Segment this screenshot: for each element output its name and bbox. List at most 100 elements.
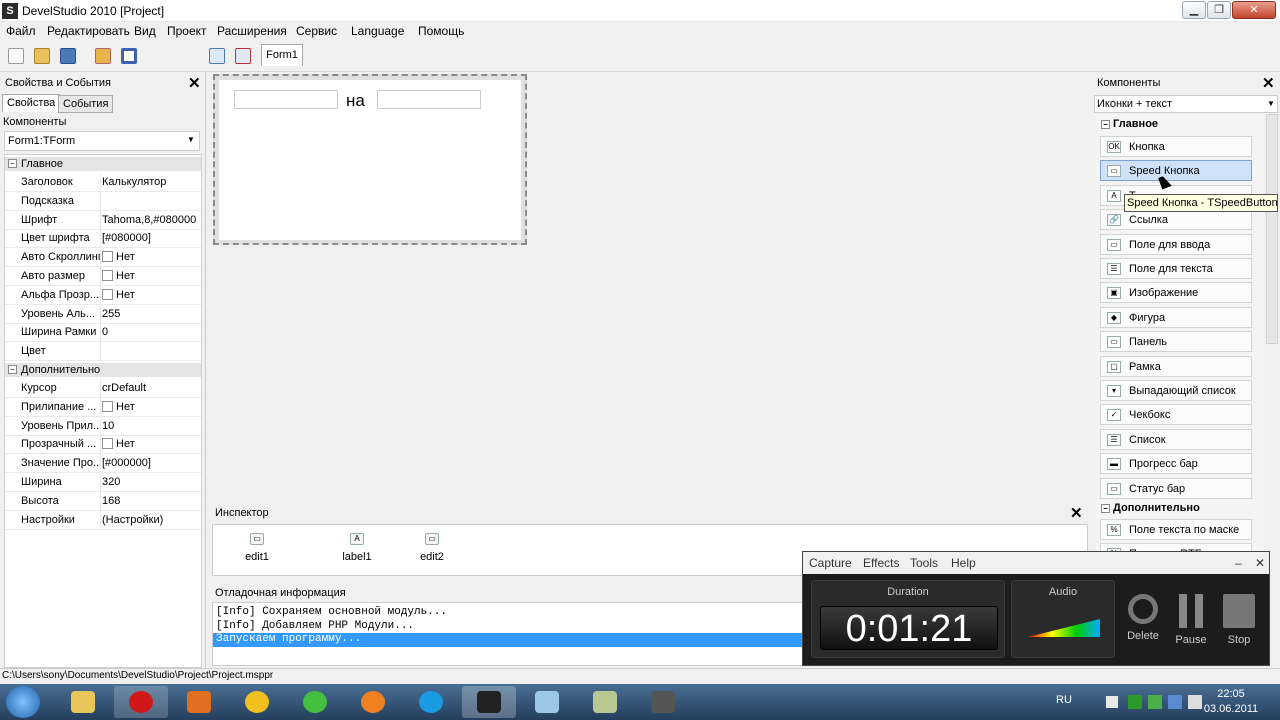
language-indicator[interactable]: RU: [1056, 694, 1072, 706]
menu-edit[interactable]: Редактировать: [47, 24, 130, 38]
clock-date[interactable]: 03.06.2011: [1203, 703, 1259, 715]
property-value[interactable]: [#080000]: [102, 232, 151, 244]
property-row[interactable]: Авто размер Нет: [5, 267, 201, 286]
tray-arrow-icon[interactable]: [1106, 696, 1118, 708]
property-value[interactable]: Калькулятор: [102, 176, 166, 188]
collapse-icon[interactable]: −: [1101, 504, 1110, 513]
property-value[interactable]: Tahoma,8,#080000: [102, 214, 196, 226]
inspector-item-label1[interactable]: Alabel1: [327, 533, 387, 563]
property-row[interactable]: Цвет шрифта [#080000]: [5, 229, 201, 249]
checkbox-icon[interactable]: [102, 270, 113, 281]
debug-log[interactable]: [Info] Сохраняем основной модуль... [Inf…: [212, 602, 832, 666]
menu-project[interactable]: Проект: [167, 24, 207, 38]
property-row[interactable]: Подсказка: [5, 191, 201, 211]
property-row[interactable]: Уровень Аль... 255: [5, 304, 201, 324]
property-value[interactable]: Нет: [102, 288, 135, 301]
component-select[interactable]: Form1:TForm ▼: [4, 131, 200, 151]
tab-form1[interactable]: Form1: [261, 44, 303, 66]
recorder-menu-help[interactable]: Help: [951, 556, 976, 570]
label1[interactable]: на: [346, 91, 365, 111]
property-row[interactable]: Высота 168: [5, 491, 201, 511]
menu-extensions[interactable]: Расширения: [217, 24, 287, 38]
collapse-icon[interactable]: −: [8, 365, 17, 374]
property-row[interactable]: Настройки (Настройки): [5, 510, 201, 530]
taskbar-explorer[interactable]: [56, 686, 110, 718]
palette-item[interactable]: ▬ Прогресс бар: [1100, 453, 1252, 475]
property-row[interactable]: Авто Скроллинг Нет: [5, 248, 201, 268]
add-form-icon[interactable]: [209, 48, 225, 64]
recorder-close-icon[interactable]: ✕: [1255, 556, 1265, 570]
tab-properties[interactable]: Свойства: [2, 94, 61, 112]
taskbar-notes[interactable]: [520, 686, 574, 718]
property-value[interactable]: 10: [102, 420, 114, 432]
collapse-icon[interactable]: −: [8, 159, 17, 168]
property-row[interactable]: Цвет: [5, 342, 201, 362]
menu-language[interactable]: Language: [351, 24, 404, 38]
pause-button[interactable]: Pause: [1169, 594, 1213, 646]
property-row[interactable]: Значение Про... [#000000]: [5, 454, 201, 474]
property-row[interactable]: Заголовок Калькулятор: [5, 173, 201, 192]
group-main[interactable]: − Главное: [5, 157, 201, 171]
palette-item[interactable]: ☰ Поле для текста: [1100, 258, 1252, 279]
palette-item[interactable]: ▾ Выпадающий список: [1100, 380, 1252, 401]
new-file-icon[interactable]: [8, 48, 24, 64]
property-value[interactable]: 168: [102, 495, 120, 507]
view-mode-select[interactable]: Иконки + текст ▼: [1094, 95, 1278, 113]
palette-item[interactable]: ▣ Изображение: [1100, 282, 1252, 304]
menu-view[interactable]: Вид: [134, 24, 156, 38]
components-close-icon[interactable]: ✕: [1262, 76, 1275, 91]
property-value[interactable]: 320: [102, 476, 120, 488]
collapse-icon[interactable]: −: [1101, 120, 1110, 129]
taskbar-skype[interactable]: [404, 686, 458, 718]
taskbar-mail[interactable]: [346, 686, 400, 718]
start-button[interactable]: [6, 686, 40, 718]
menu-service[interactable]: Сервис: [296, 24, 337, 38]
taskbar-camera[interactable]: [636, 686, 690, 718]
property-value[interactable]: [#000000]: [102, 457, 151, 469]
taskbar-opera[interactable]: [114, 686, 168, 718]
group-extra[interactable]: − Дополнительно: [5, 363, 201, 377]
property-row[interactable]: Ширина 320: [5, 473, 201, 492]
properties-close-icon[interactable]: ✕: [188, 76, 201, 91]
tray-app-icon[interactable]: [1128, 695, 1142, 709]
recorder-menu-tools[interactable]: Tools: [910, 556, 938, 570]
close-button[interactable]: ✕: [1232, 1, 1276, 19]
property-row[interactable]: Альфа Прозр... Нет: [5, 285, 201, 305]
volume-icon[interactable]: [1188, 695, 1202, 709]
property-value[interactable]: 0: [102, 326, 108, 338]
inspector-item-edit2[interactable]: ▭ edit2: [402, 533, 462, 563]
palette-item[interactable]: ✓ Чекбокс: [1100, 404, 1252, 426]
recorder-minimize-icon[interactable]: –: [1235, 556, 1242, 570]
recorder-menu-capture[interactable]: Capture: [809, 556, 852, 570]
remove-form-icon[interactable]: [235, 48, 251, 64]
tray-monitor-icon[interactable]: [1168, 695, 1182, 709]
palette-item[interactable]: % Поле текста по маске: [1100, 519, 1252, 540]
taskbar-icq[interactable]: [288, 686, 342, 718]
property-value[interactable]: crDefault: [102, 382, 146, 394]
property-value[interactable]: Нет: [102, 270, 135, 282]
tab-events[interactable]: События: [58, 95, 114, 113]
audio-level-icon[interactable]: [1028, 619, 1100, 637]
edit2-field[interactable]: [377, 90, 481, 109]
menu-file[interactable]: Файл: [6, 24, 36, 38]
palette-item[interactable]: ☰ Список: [1100, 428, 1252, 450]
palette-item[interactable]: ▭ Статус бар: [1100, 477, 1252, 499]
palette-item[interactable]: OK Кнопка: [1100, 136, 1252, 157]
taskbar-downloader[interactable]: [230, 686, 284, 718]
open-folder-icon[interactable]: [34, 48, 50, 64]
palette-item[interactable]: 🔗 Ссылка: [1100, 209, 1252, 231]
property-row[interactable]: Шрифт Tahoma,8,#080000: [5, 210, 201, 230]
inspector-item-edit1[interactable]: ▭ edit1: [227, 533, 287, 563]
palette-item[interactable]: ▢ Рамка: [1100, 355, 1252, 377]
delete-button[interactable]: Delete: [1121, 594, 1165, 642]
palette-item[interactable]: ▭ Поле для ввода: [1100, 233, 1252, 255]
property-value[interactable]: Нет: [102, 251, 135, 263]
palette-item[interactable]: ▭ Speed Кнопка: [1100, 160, 1252, 182]
checkbox-icon[interactable]: [102, 400, 113, 412]
palette-item[interactable]: ◆ Фигура: [1100, 306, 1252, 328]
build-icon[interactable]: [95, 48, 111, 64]
property-value[interactable]: Нет: [102, 438, 135, 450]
menu-help[interactable]: Помощь: [418, 24, 464, 38]
property-row[interactable]: Курсор crDefault: [5, 379, 201, 398]
save-icon[interactable]: [60, 48, 76, 64]
